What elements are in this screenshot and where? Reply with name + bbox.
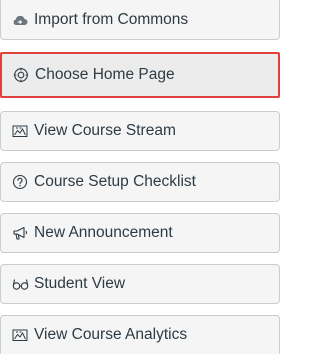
view-course-stream-button[interactable]: View Course Stream — [0, 111, 280, 151]
student-view-label: Student View — [34, 275, 126, 293]
analytics-icon — [11, 326, 29, 344]
view-course-stream-label: View Course Stream — [34, 122, 176, 140]
new-announcement-label: New Announcement — [34, 224, 173, 242]
question-circle-icon — [11, 173, 29, 191]
view-course-analytics-label: View Course Analytics — [34, 325, 188, 343]
choose-home-page-label: Choose Home Page — [35, 66, 175, 84]
student-view-button[interactable]: Student View — [0, 264, 280, 304]
megaphone-icon — [11, 224, 29, 242]
view-course-analytics-button[interactable]: View Course Analytics — [0, 315, 280, 354]
cloud-import-icon — [11, 11, 29, 29]
glasses-icon — [11, 275, 29, 293]
new-announcement-button[interactable]: New Announcement — [0, 213, 280, 253]
course-setup-checklist-label: Course Setup Checklist — [34, 173, 196, 191]
choose-home-page-button[interactable]: Choose Home Page — [0, 52, 280, 98]
import-from-commons-label: Import from Commons — [34, 11, 189, 29]
course-sidebar-actions: Import from Commons Choose Home Page Vie… — [0, 0, 289, 354]
import-from-commons-button[interactable]: Import from Commons — [0, 0, 280, 40]
target-icon — [12, 66, 30, 84]
stream-icon — [11, 122, 29, 140]
course-setup-checklist-button[interactable]: Course Setup Checklist — [0, 162, 280, 202]
